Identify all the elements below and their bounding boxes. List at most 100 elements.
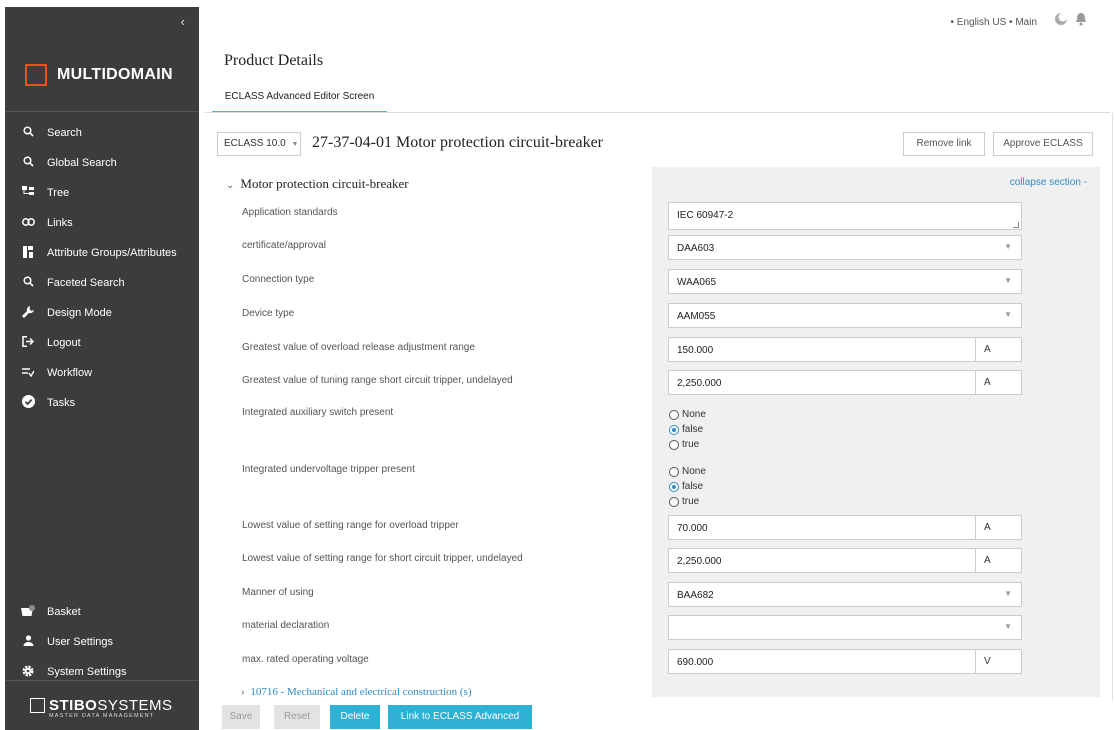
attr-label-lowest-overload: Lowest value of setting range for overlo… <box>242 520 459 531</box>
radio-button[interactable] <box>669 439 679 450</box>
section-header[interactable]: ⌄ Motor protection circuit-breaker <box>226 176 409 192</box>
brand-bold-text: STIBO <box>49 697 98 714</box>
device-type-select[interactable]: AAM055 ▼ <box>668 303 1022 328</box>
attr-label-application-standards: Application standards <box>242 207 338 218</box>
sidebar-item-basket[interactable]: Basket <box>5 597 199 627</box>
radio-button-selected[interactable] <box>669 424 679 435</box>
link-to-eclass-button[interactable]: Link to ECLASS Advanced <box>388 705 532 729</box>
sidebar-item-label: Tasks <box>47 397 76 409</box>
brand-thin-text: SYSTEMS <box>97 697 173 714</box>
chevron-down-icon: ▼ <box>291 141 299 148</box>
attribute-icon <box>19 245 37 261</box>
locale-context-selector[interactable]: • English US • Main <box>951 17 1037 28</box>
manner-of-using-select[interactable]: BAA682 ▼ <box>668 582 1022 607</box>
lowest-overload-input[interactable]: 70.000 A <box>668 515 1022 540</box>
field-value: WAA065 <box>677 277 717 288</box>
material-declaration-select[interactable]: ▼ <box>668 615 1022 640</box>
theme-icon[interactable] <box>1054 12 1068 29</box>
attr-label-greatest-overload: Greatest value of overload release adjus… <box>242 342 475 353</box>
reset-button[interactable]: Reset <box>274 705 320 729</box>
logo-square-icon <box>25 64 47 86</box>
radio-label: true <box>682 439 700 450</box>
radio-label: false <box>682 481 704 492</box>
check-circle-icon <box>19 395 37 411</box>
sidebar-item-label: Links <box>47 217 73 229</box>
logo-text: MULTIDOMAIN <box>57 66 173 83</box>
certificate-approval-select[interactable]: DAA603 ▼ <box>668 235 1022 260</box>
attr-label-manner-of-using: Manner of using <box>242 587 314 598</box>
chevron-down-icon: ▼ <box>1004 276 1012 285</box>
radio-option-false[interactable]: false <box>669 479 706 494</box>
brand-subtitle: MASTER DATA MANAGEMENT <box>49 713 155 719</box>
eclass-version-select[interactable]: ECLASS 10.0 ▼ <box>217 132 301 156</box>
approve-eclass-button[interactable]: Approve ECLASS <box>993 132 1093 156</box>
radio-option-none[interactable]: None <box>669 464 706 479</box>
sidebar-item-tasks[interactable]: Tasks <box>5 388 199 418</box>
sidebar-item-system-settings[interactable]: System Settings <box>5 657 199 687</box>
attr-label-max-voltage: max. rated operating voltage <box>242 654 369 665</box>
attr-label-lowest-short-circuit: Lowest value of setting range for short … <box>242 553 523 564</box>
field-value: AAM055 <box>677 311 716 322</box>
tab-divider <box>205 112 1110 113</box>
subsection-mechanical-electrical[interactable]: › 10716 - Mechanical and electrical const… <box>241 686 471 698</box>
application-standards-textarea[interactable]: IEC 60947-2 <box>668 202 1022 230</box>
sidebar-item-label: Logout <box>47 337 81 349</box>
sidebar-item-global-search[interactable]: Global Search <box>5 148 199 178</box>
section-title: Motor protection circuit-breaker <box>240 176 409 191</box>
radio-button-selected[interactable] <box>669 481 679 492</box>
resize-handle-icon[interactable] <box>1013 222 1019 228</box>
tab-eclass-advanced-editor[interactable]: ECLASS Advanced Editor Screen <box>212 84 387 113</box>
save-button[interactable]: Save <box>222 705 260 729</box>
delete-button[interactable]: Delete <box>330 705 380 729</box>
chevron-down-icon: ▼ <box>1004 589 1012 598</box>
field-value: 70.000 <box>677 523 708 534</box>
sidebar-item-logout[interactable]: Logout <box>5 328 199 358</box>
max-voltage-input[interactable]: 690.000 V <box>668 649 1022 674</box>
gear-icon <box>19 665 37 680</box>
sidebar-nav: Search Global Search Tree Links Attribut… <box>5 118 199 418</box>
sidebar-item-attribute-groups[interactable]: Attribute Groups/Attributes <box>5 238 199 268</box>
lowest-short-circuit-input[interactable]: 2,250.000 A <box>668 548 1022 573</box>
undervoltage-radio-group: None false true <box>669 464 706 509</box>
field-value: IEC 60947-2 <box>677 210 734 221</box>
sidebar-header: ‹ <box>5 7 199 37</box>
user-icon <box>19 635 37 649</box>
eclass-version-value: ECLASS 10.0 <box>224 138 286 149</box>
page-title: Product Details <box>224 52 324 69</box>
radio-option-false[interactable]: false <box>669 422 706 437</box>
greatest-short-circuit-input[interactable]: 2,250.000 A <box>668 370 1022 395</box>
sidebar-item-label: Workflow <box>47 367 93 379</box>
sidebar-item-label: Global Search <box>47 157 117 169</box>
scrollbar[interactable] <box>1112 113 1113 701</box>
sidebar-item-tree[interactable]: Tree <box>5 178 199 208</box>
sidebar-item-search[interactable]: Search <box>5 118 199 148</box>
sidebar-item-workflow[interactable]: Workflow <box>5 358 199 388</box>
sidebar-item-label: Tree <box>47 187 70 199</box>
chevron-down-icon: ▼ <box>1004 622 1012 631</box>
attr-label-aux-switch: Integrated auxiliary switch present <box>242 407 394 418</box>
greatest-overload-input[interactable]: 150.000 A <box>668 337 1022 362</box>
sidebar-item-links[interactable]: Links <box>5 208 199 238</box>
bell-icon[interactable] <box>1075 12 1087 29</box>
collapse-section-link[interactable]: collapse section - <box>1010 177 1087 188</box>
sidebar-bottom-nav: Basket User Settings System Settings <box>5 597 199 687</box>
radio-button[interactable] <box>669 466 679 477</box>
connection-type-select[interactable]: WAA065 ▼ <box>668 269 1022 294</box>
sidebar-item-user-settings[interactable]: User Settings <box>5 627 199 657</box>
radio-option-true[interactable]: true <box>669 494 706 509</box>
radio-option-none[interactable]: None <box>669 407 706 422</box>
radio-option-true[interactable]: true <box>669 437 706 452</box>
unit-label: A <box>975 548 1021 573</box>
radio-label: true <box>682 496 700 507</box>
radio-button[interactable] <box>669 409 679 420</box>
collapse-sidebar-icon[interactable]: ‹ <box>181 14 185 29</box>
unit-label: V <box>975 649 1021 674</box>
sidebar-item-design-mode[interactable]: Design Mode <box>5 298 199 328</box>
remove-link-button[interactable]: Remove link <box>903 132 985 156</box>
sidebar: ‹ MULTIDOMAIN Search Global Search Tree … <box>5 7 199 730</box>
stibo-systems-logo: STIBOSYSTEMS MASTER DATA MANAGEMENT <box>30 697 173 719</box>
radio-label: None <box>682 409 706 420</box>
sidebar-item-faceted-search[interactable]: Faceted Search <box>5 268 199 298</box>
tree-icon <box>19 186 37 200</box>
radio-button[interactable] <box>669 496 679 507</box>
